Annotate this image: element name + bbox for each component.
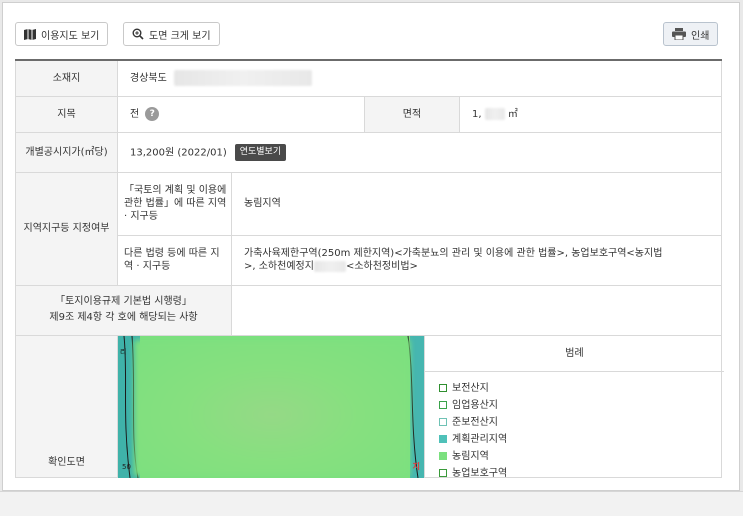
- plan-cell: 리 50 지 범례 보전산지임업용산지준보전산지계획관리지역농림지역농업보호구역: [117, 334, 724, 479]
- zone-label: 지역지구등 지정여부: [15, 171, 118, 286]
- location-value-cell: 경상북도: [117, 59, 722, 97]
- legend-item-label: 계획관리지역: [452, 433, 508, 445]
- location-row: 소재지 경상북도: [15, 59, 722, 97]
- print-button[interactable]: 인쇄: [663, 22, 719, 46]
- legend-swatch: [439, 469, 447, 477]
- legend-item: 계획관리지역: [439, 431, 724, 448]
- land-category-label: 지목: [15, 95, 118, 133]
- redacted-area: [484, 107, 505, 120]
- map-red-text: 지: [412, 461, 420, 471]
- large-plan-label: 도면 크게 보기: [149, 30, 211, 42]
- help-icon[interactable]: ?: [145, 107, 160, 121]
- area-value: 1,: [472, 108, 482, 120]
- redacted-map-area: [134, 339, 410, 476]
- yearly-view-button[interactable]: 연도별보기: [234, 143, 287, 161]
- regulation-row: 「토지이용규제 기본법 시행령」 제9조 제4항 각 호에 해당되는 사항: [15, 284, 722, 336]
- confirmation-map[interactable]: 리 50 지: [118, 335, 424, 478]
- redacted-address: [174, 70, 312, 87]
- map-icon: [24, 28, 36, 40]
- print-label: 인쇄: [691, 30, 710, 42]
- zone-national-label: 「국토의 계획 및 이용에 관한 법률」에 따른 지역 · 지구등: [117, 171, 232, 236]
- land-category-row: 지목 전? 면적 1, ㎡: [15, 95, 722, 133]
- legend-item: 준보전산지: [439, 414, 724, 431]
- area-label: 면적: [364, 95, 460, 133]
- land-use-map-button[interactable]: 이용지도 보기: [15, 22, 109, 46]
- regulation-label-1: 「토지이용규제 기본법 시행령」: [55, 296, 192, 307]
- legend-item-label: 보전산지: [452, 382, 489, 394]
- legend-swatch: [439, 384, 447, 392]
- legend-title: 범례: [424, 335, 724, 372]
- redacted-stream-name: [313, 260, 346, 272]
- price-cell: 13,200원 (2022/01) 연도별보기: [117, 131, 722, 173]
- toolbar: 이용지도 보기 도면 크게 보기 인쇄: [3, 3, 739, 59]
- land-use-info-panel: 이용지도 보기 도면 크게 보기 인쇄 소재지 경상북도 지목 전 ? 면적 1…: [2, 2, 740, 491]
- zoom-in-icon: [132, 28, 144, 40]
- regulation-label-cell: 「토지이용규제 기본법 시행령」 제9조 제4항 각 호에 해당되는 사항: [15, 284, 232, 336]
- price-label: 개별공시지가(㎡당): [15, 131, 118, 173]
- legend-swatch: [439, 435, 447, 443]
- bottom-bar: [0, 491, 743, 516]
- legend-swatch: [439, 418, 447, 426]
- zone-other-value-2: >, 소하천예정지: [244, 261, 314, 272]
- zone-national-value: 농림지역: [231, 171, 722, 236]
- plan-label: 확인도면: [15, 334, 118, 478]
- plan-row: 확인도면 리 50 지 범례 보전산지 임업용산지 준보전산지 계획관리지역 농…: [15, 334, 724, 479]
- map-corner-text: 리: [120, 347, 127, 356]
- printer-icon: [672, 28, 686, 40]
- legend-item: 농업보호구역: [439, 465, 724, 482]
- map-scale-text: 50: [122, 462, 131, 471]
- location-value: 경상북도: [130, 73, 167, 85]
- legend-item: 보전산지: [439, 380, 724, 397]
- zone-other-value-1: 가축사육제한구역(250m 제한지역)<가축분뇨의 관리 및 이용에 관한 법률…: [244, 248, 663, 259]
- legend-item-label: 농업보호구역: [452, 467, 508, 479]
- legend-swatch: [439, 401, 447, 409]
- regulation-value: [231, 284, 722, 336]
- legend-swatch: [439, 452, 447, 460]
- legend-item-label: 준보전산지: [452, 416, 498, 428]
- regulation-label-2: 제9조 제4항 각 호에 해당되는 사항: [49, 312, 198, 323]
- legend-list: 보전산지임업용산지준보전산지계획관리지역농림지역농업보호구역: [424, 371, 724, 479]
- land-info-table: 소재지 경상북도 지목 전? 면적 1, ㎡ 개별공시지가(㎡당) 13,200…: [15, 59, 724, 479]
- zone-national-row: 지역지구등 지정여부 「국토의 계획 및 이용에 관한 법률」에 따른 지역 ·…: [15, 171, 722, 286]
- legend-item: 농림지역: [439, 448, 724, 465]
- legend-item: 임업용산지: [439, 397, 724, 414]
- location-label: 소재지: [15, 59, 118, 97]
- price-value: 13,200원 (2022/01): [130, 147, 227, 158]
- zone-other-value-cell: 가축사육제한구역(250m 제한지역)<가축분뇨의 관리 및 이용에 관한 법률…: [231, 234, 722, 286]
- legend-item-label: 농림지역: [452, 450, 489, 462]
- zone-other-row: 다른 법령 등에 따른 지역 · 지구등 가축사육제한구역(250m 제한지역)…: [16, 234, 722, 286]
- area-cell: 1, ㎡: [459, 95, 722, 133]
- area-unit: ㎡: [507, 108, 518, 120]
- zone-other-label: 다른 법령 등에 따른 지역 · 지구등: [117, 234, 232, 286]
- land-category-cell: 전?: [117, 95, 365, 133]
- legend-item-label: 임업용산지: [452, 399, 498, 411]
- large-plan-button[interactable]: 도면 크게 보기: [123, 22, 220, 46]
- land-use-map-label: 이용지도 보기: [41, 30, 100, 42]
- zone-other-value-3: <소하천정비법>: [345, 261, 418, 272]
- price-row: 개별공시지가(㎡당) 13,200원 (2022/01) 연도별보기: [15, 131, 722, 173]
- land-category-value: 전: [130, 109, 140, 120]
